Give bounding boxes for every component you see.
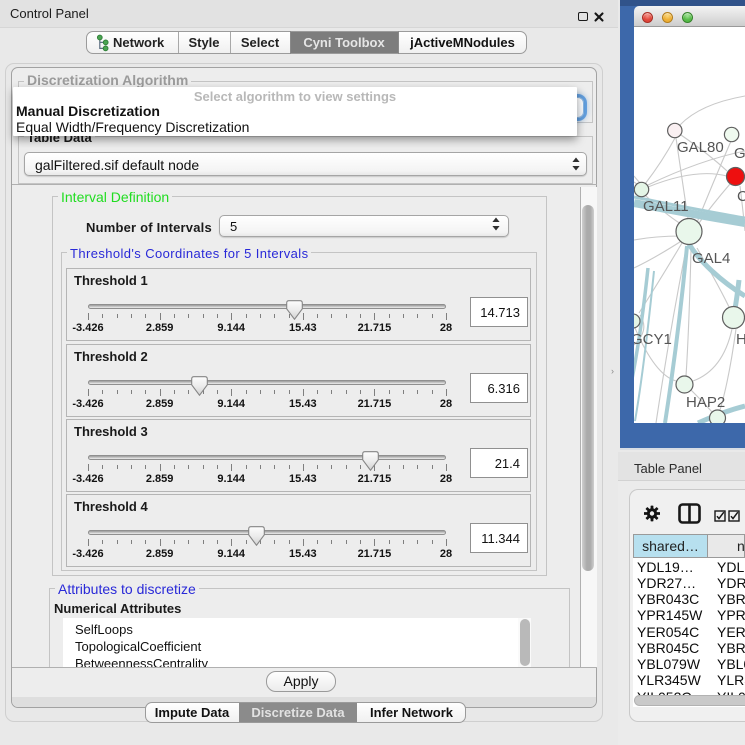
svg-text:HAP2: HAP2 bbox=[686, 394, 725, 411]
svg-text:CY: CY bbox=[737, 188, 745, 205]
svg-text:GAL80: GAL80 bbox=[677, 139, 724, 156]
svg-text:GA: GA bbox=[734, 145, 745, 162]
svg-text:GAL11: GAL11 bbox=[643, 198, 689, 215]
svg-text:GAL4: GAL4 bbox=[692, 250, 730, 267]
svg-text:GCY1: GCY1 bbox=[634, 331, 672, 348]
svg-text:HI: HI bbox=[736, 331, 745, 348]
